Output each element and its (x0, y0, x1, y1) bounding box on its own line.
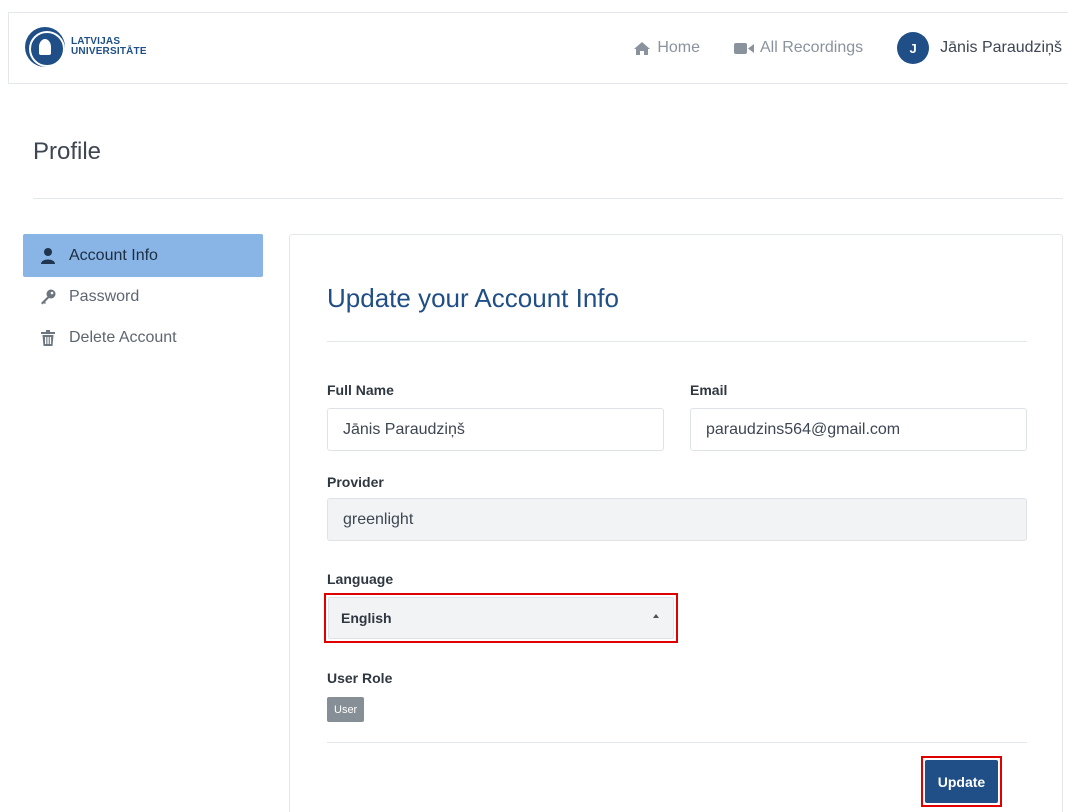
nav-home-link[interactable]: Home (633, 39, 700, 57)
home-icon (634, 41, 651, 55)
provider-input: greenlight (327, 498, 1027, 541)
full-name-label: Full Name (327, 382, 394, 398)
caret-up-icon (653, 614, 659, 618)
university-logo[interactable]: LATVIJAS UNIVERSITĀTE (25, 27, 147, 67)
provider-label: Provider (327, 474, 384, 490)
trash-icon (39, 329, 57, 347)
form-footer-divider (327, 742, 1027, 743)
top-navbar: LATVIJAS UNIVERSITĀTE Home All Recording… (8, 12, 1068, 84)
user-avatar[interactable]: J (897, 32, 930, 64)
page-title: Profile (33, 138, 102, 165)
user-icon (39, 247, 57, 265)
nav-all-recordings-link[interactable]: All Recordings (734, 39, 863, 57)
university-seal-icon (25, 27, 65, 67)
user-role-label: User Role (327, 670, 393, 686)
form-title-divider (327, 341, 1027, 342)
key-icon (39, 288, 57, 306)
sidebar-item-password[interactable]: Password (23, 275, 263, 318)
nav-links: Home All Recordings J Jānis Paraudziņš (633, 13, 1068, 83)
sidebar-item-account-info[interactable]: Account Info (23, 234, 263, 277)
email-label: Email (690, 382, 728, 398)
language-selected-value: English (341, 610, 392, 626)
language-select[interactable]: English (328, 597, 674, 639)
university-name: LATVIJAS UNIVERSITĀTE (71, 36, 147, 57)
user-menu-name[interactable]: Jānis Paraudziņš (940, 39, 1062, 57)
update-button[interactable]: Update (925, 760, 998, 803)
account-info-card: Update your Account Info Full Name Jānis… (289, 234, 1063, 812)
video-camera-icon (734, 42, 754, 54)
full-name-input[interactable]: Jānis Paraudziņš (327, 408, 664, 451)
user-role-badge: User (327, 697, 365, 722)
language-label: Language (327, 571, 394, 587)
sidebar-item-delete-account[interactable]: Delete Account (23, 316, 263, 359)
email-input[interactable]: paraudzins564@gmail.com (690, 408, 1027, 451)
title-divider (33, 198, 1063, 199)
language-select-highlight: English (324, 593, 678, 643)
form-title: Update your Account Info (327, 283, 619, 313)
update-button-highlight: Update (921, 756, 1002, 807)
profile-sidebar: Account Info Password Delete Account (23, 234, 263, 357)
